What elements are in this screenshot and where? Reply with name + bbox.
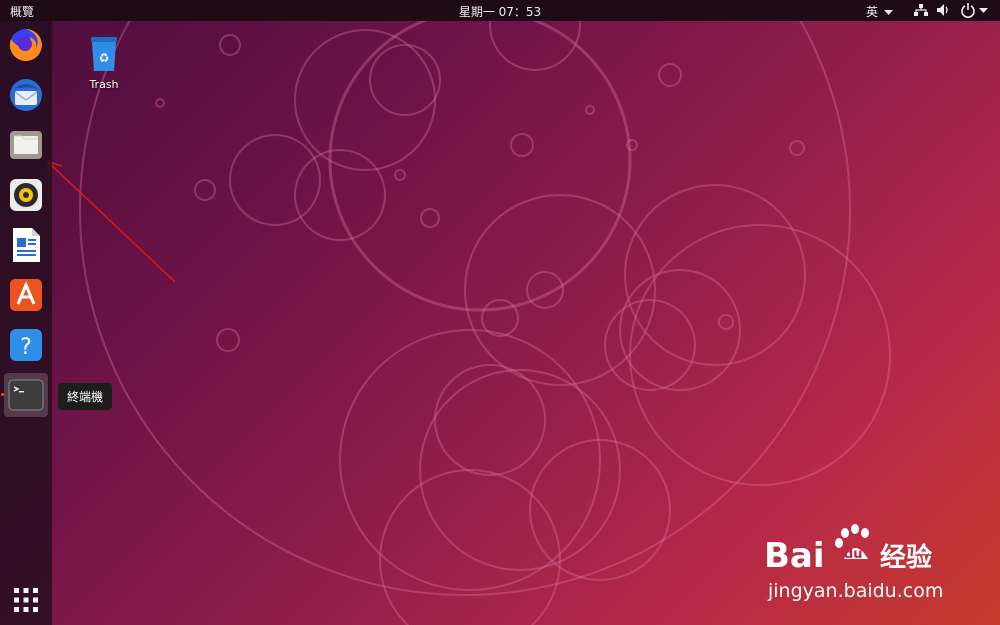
dock: ? [0, 21, 52, 625]
dock-files[interactable] [4, 123, 48, 167]
dock-terminal[interactable] [4, 373, 48, 417]
input-method-button[interactable]: 英 [866, 3, 893, 20]
trash-desktop-icon[interactable]: ♻ Trash [80, 36, 128, 91]
rhythmbox-icon [10, 179, 42, 211]
chevron-down-icon [883, 9, 893, 15]
svg-text:du: du [844, 547, 863, 562]
trash-label: Trash [89, 78, 119, 91]
baidu-watermark: Bai du 经验 jingyan.baidu.com [760, 515, 990, 610]
input-method-label: 英 [866, 5, 879, 19]
dock-thunderbird[interactable] [4, 73, 48, 117]
dock-firefox[interactable] [4, 23, 48, 67]
help-icon: ? [10, 329, 42, 361]
show-applications-icon[interactable] [12, 586, 40, 614]
activities-button[interactable]: 概覽 [6, 3, 38, 20]
svg-text:Bai: Bai [764, 536, 825, 575]
dock-rhythmbox[interactable] [4, 173, 48, 217]
dock-ubuntu-software[interactable] [4, 273, 48, 317]
software-store-icon [10, 279, 42, 311]
desktop: 概覽 星期一 07：53 英 ? ♻ Trash 終端機 Bai du 经验 j… [0, 0, 1000, 625]
trash-icon: ♻ [91, 37, 117, 71]
document-icon [13, 228, 40, 262]
dock-help[interactable]: ? [4, 323, 48, 367]
svg-text:♻: ♻ [99, 51, 110, 65]
dock-libreoffice-writer[interactable] [4, 223, 48, 267]
folder-icon [10, 131, 42, 159]
running-indicator [1, 393, 4, 396]
power-icon[interactable] [960, 2, 976, 18]
volume-icon[interactable] [935, 2, 951, 18]
watermark-url: jingyan.baidu.com [768, 580, 944, 602]
system-menu-chevron-icon[interactable] [979, 4, 988, 16]
top-bar: 概覽 星期一 07：53 英 [0, 0, 1000, 21]
dock-tooltip: 終端機 [58, 383, 113, 410]
thunderbird-icon [10, 79, 42, 111]
terminal-icon [8, 379, 44, 411]
clock-container: 星期一 07：53 [0, 3, 1000, 20]
network-icon[interactable] [913, 2, 929, 18]
baidu-logo: Bai du [764, 524, 869, 575]
watermark-cn-text: 经验 [880, 543, 933, 573]
clock-button[interactable]: 星期一 07：53 [459, 5, 541, 19]
svg-text:?: ? [20, 335, 32, 360]
firefox-icon [9, 29, 42, 61]
